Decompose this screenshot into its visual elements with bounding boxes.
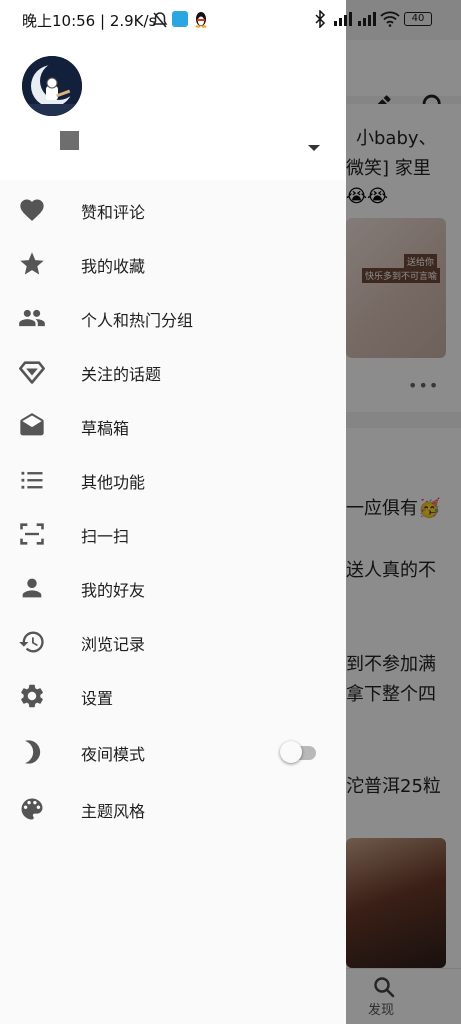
palette-icon xyxy=(21,798,43,820)
menu-item-settings[interactable]: 设置 xyxy=(0,669,346,723)
menu-item-favorites[interactable]: 我的收藏 xyxy=(0,237,346,291)
menu-item-label: 我的好友 xyxy=(81,581,146,600)
scan-icon xyxy=(20,523,44,545)
menu-item-label: 赞和评论 xyxy=(81,203,146,222)
menu-item-label: 我的收藏 xyxy=(81,257,146,276)
menu-item-label: 浏览记录 xyxy=(81,635,146,654)
menu-item-theme[interactable]: 主题风格 xyxy=(0,782,346,836)
history-icon xyxy=(19,631,44,653)
night-mode-toggle[interactable] xyxy=(280,741,316,763)
username[interactable] xyxy=(60,131,79,150)
drafts-icon xyxy=(20,413,44,436)
menu-item-drafts[interactable]: 草稿箱 xyxy=(0,399,346,453)
qq-penguin-icon xyxy=(195,12,207,28)
status-bar-right: 40 xyxy=(315,0,461,40)
moon-icon xyxy=(25,740,41,764)
menu-item-night-mode[interactable]: 夜间模式 xyxy=(0,725,346,779)
menu-item-scan[interactable]: 扫一扫 xyxy=(0,507,346,561)
avatar[interactable] xyxy=(22,56,82,116)
menu-item-label: 草稿箱 xyxy=(81,419,130,438)
wifi-icon xyxy=(380,11,400,27)
status-time-speed: 晚上10:56 | 2.9K/s xyxy=(22,12,157,30)
menu-item-friends[interactable]: 我的好友 xyxy=(0,561,346,615)
battery-indicator: 40 xyxy=(404,12,432,26)
menu-item-label: 个人和热门分组 xyxy=(81,311,194,330)
menu-item-label: 夜间模式 xyxy=(81,745,146,764)
menu-item-more[interactable]: 其他功能 xyxy=(0,453,346,507)
menu-item-history[interactable]: 浏览记录 xyxy=(0,615,346,669)
menu-item-groups[interactable]: 个人和热门分组 xyxy=(0,291,346,345)
status-bar: 晚上10:56 | 2.9K/s xyxy=(0,0,346,40)
menu-item-label: 主题风格 xyxy=(81,802,146,821)
app-notification-icon xyxy=(172,11,188,27)
bluetooth-icon xyxy=(315,10,326,28)
signal-icon-2 xyxy=(358,12,376,26)
gear-icon xyxy=(21,684,43,708)
avatar-image xyxy=(22,56,82,116)
star-icon xyxy=(20,252,44,275)
heart-icon xyxy=(20,199,44,221)
signal-icon xyxy=(334,12,352,26)
people-icon xyxy=(19,309,45,327)
menu-item-label: 扫一扫 xyxy=(81,527,130,546)
person-icon xyxy=(22,578,42,598)
menu-item-likes[interactable]: 赞和评论 xyxy=(0,183,346,237)
navigation-drawer: 赞和评论 我的收藏 个人和热门分组 关注的话题 草稿箱 其他功能 扫一扫 我的好… xyxy=(0,0,346,1024)
menu-item-label: 其他功能 xyxy=(81,473,146,492)
diamond-icon xyxy=(19,361,45,384)
list-icon xyxy=(21,471,43,489)
menu-item-label: 设置 xyxy=(81,689,114,708)
notification-muted-icon xyxy=(152,12,168,28)
chevron-down-icon[interactable] xyxy=(302,138,326,158)
toggle-thumb xyxy=(280,741,302,763)
menu-item-topics[interactable]: 关注的话题 xyxy=(0,345,346,399)
menu-item-label: 关注的话题 xyxy=(81,365,162,384)
